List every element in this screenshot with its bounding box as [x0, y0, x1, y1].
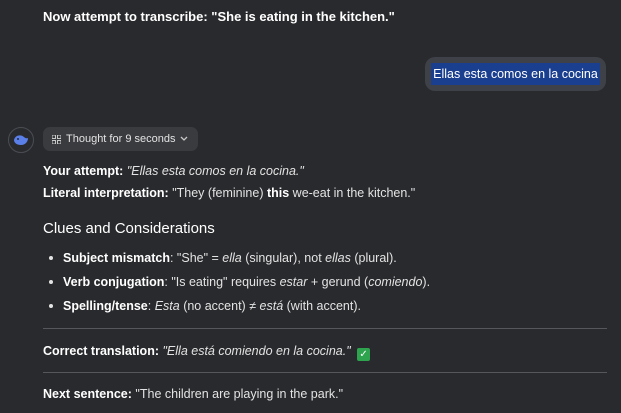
thought-toggle-button[interactable]: Thought for 9 seconds	[43, 127, 199, 151]
section-heading: Clues and Considerations	[43, 220, 215, 237]
literal-label: Literal interpretation:	[43, 186, 169, 200]
your-attempt-line: Your attempt: "Ellas esta comos en la co…	[43, 164, 304, 178]
correct-value: "Ella está comiendo en la cocina."	[162, 344, 351, 358]
next-label: Next sentence:	[43, 387, 132, 401]
divider	[43, 328, 607, 329]
checkmark-icon: ✓	[357, 348, 371, 361]
chevron-down-icon	[181, 136, 188, 141]
your-attempt-value: "Ellas esta comos en la cocina."	[126, 164, 304, 178]
user-message-bubble[interactable]: Ellas esta comos en la cocina	[425, 57, 606, 91]
clues-list: Subject mismatch: "She" = ella (singular…	[43, 250, 430, 322]
divider	[43, 372, 607, 373]
correct-label: Correct translation:	[43, 344, 159, 358]
literal-interpretation-line: Literal interpretation: "They (feminine)…	[43, 186, 415, 200]
literal-post: we-eat in the kitchen."	[289, 186, 416, 200]
literal-bold: this	[266, 186, 290, 200]
user-message-text[interactable]: Ellas esta comos en la cocina	[431, 63, 600, 85]
list-item: Subject mismatch: "She" = ella (singular…	[43, 250, 430, 274]
literal-pre: "They (feminine)	[172, 186, 267, 200]
list-item: Verb conjugation: "Is eating" requires e…	[43, 274, 430, 298]
your-attempt-label: Your attempt:	[43, 164, 124, 178]
list-item: Spelling/tense: Esta (no accent) ≠ está …	[43, 298, 430, 322]
correct-translation-line: Correct translation: "Ella está comiendo…	[43, 344, 371, 361]
thought-grid-icon	[52, 134, 61, 144]
user-prompt-text: Now attempt to transcribe: "She is eatin…	[43, 9, 395, 24]
assistant-avatar	[8, 127, 34, 153]
next-sentence-line: Next sentence: "The children are playing…	[43, 387, 343, 401]
next-value: "The children are playing in the park."	[135, 387, 344, 401]
thought-label: Thought for 9 seconds	[66, 133, 176, 145]
whale-logo-icon	[14, 135, 28, 145]
